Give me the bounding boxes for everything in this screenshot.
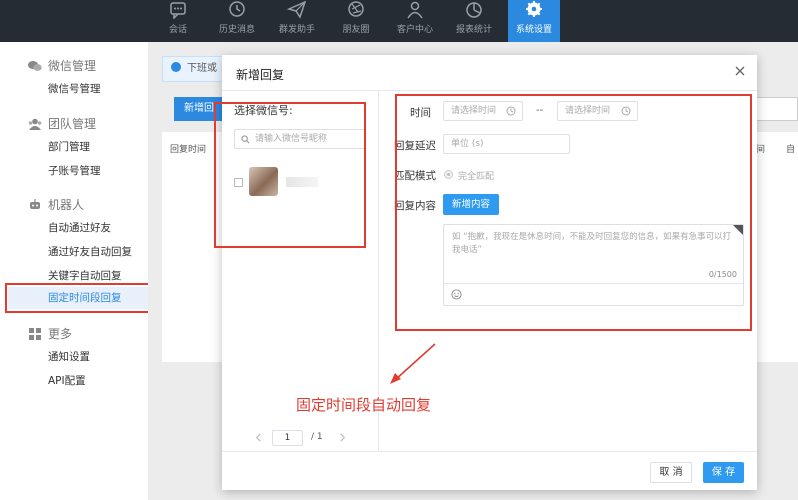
nav-settings[interactable]: 系统设置 [508,0,560,42]
top-navigation: 会话 历史消息 群发助手 朋友圈 客户中心 报表统计 系统设置 [0,0,798,42]
sidebar-item-sub-accounts[interactable]: 子账号管理 [48,163,101,178]
annotation-text: 固定时间段自动回复 [296,396,432,414]
sidebar-section-label: 机器人 [48,198,85,212]
team-icon [28,118,42,130]
aperture-icon [348,1,364,17]
sidebar-item-accept-reply[interactable]: 通过好友自动回复 [48,244,132,259]
table-header-reply-time: 回复时间 [170,145,207,155]
sidebar-section-robot[interactable]: 机器人 [28,196,84,213]
sidebar-item-auto-accept[interactable]: 自动通过好友 [48,220,111,235]
user-icon [407,1,423,19]
dialog-title: 新增回复 [236,68,285,82]
page-number-input[interactable]: 1 [272,430,303,446]
sidebar-section-label: 更多 [48,327,73,341]
sidebar-item-api[interactable]: API配置 [48,373,86,388]
sidebar-item-notify[interactable]: 通知设置 [48,349,90,364]
notice-text: 下班或 [187,63,217,74]
gear-icon [526,1,542,17]
chat-icon [170,2,186,19]
nav-label: 会话 [168,25,187,35]
pie-chart-icon [466,2,482,18]
nav-label: 系统设置 [515,25,552,35]
dialog-footer-divider [222,451,757,452]
sidebar-section-label: 团队管理 [48,117,97,131]
save-button[interactable]: 保 存 [703,462,744,483]
close-icon[interactable] [733,64,747,78]
nav-history[interactable]: 历史消息 [208,0,266,42]
sidebar-section-label: 微信管理 [48,59,97,73]
chevron-left-icon[interactable] [254,433,263,442]
nav-label: 历史消息 [218,25,255,35]
page-total: / 1 [311,432,323,442]
highlight-box-sidebar [5,283,150,313]
send-icon [287,1,307,19]
chevron-right-icon[interactable] [338,433,347,442]
annotation-arrow-icon [390,343,436,384]
highlight-box-account [214,102,366,248]
nav-broadcast[interactable]: 群发助手 [268,0,326,42]
nav-customers[interactable]: 客户中心 [386,0,444,42]
table-header-right-1: 间 [756,145,766,155]
nav-chat[interactable]: 会话 [149,0,207,42]
bg-input-right [754,97,798,121]
reply-table-right: 间 自 [754,132,798,362]
sidebar-section-wechat[interactable]: 微信管理 [28,57,96,74]
sidebar-section-more[interactable]: 更多 [28,325,72,342]
info-icon [171,62,181,72]
sidebar-item-keyword-reply[interactable]: 关键字自动回复 [48,268,122,283]
dialog-header: 新增回复 [222,55,757,91]
nav-label: 朋友圈 [342,25,370,35]
sidebar-section-team[interactable]: 团队管理 [28,115,96,132]
nav-label: 客户中心 [396,25,433,35]
nav-moments[interactable]: 朋友圈 [327,0,385,42]
sidebar-item-department[interactable]: 部门管理 [48,139,90,154]
cancel-button[interactable]: 取 消 [650,462,692,483]
table-header-right-2: 自 [786,145,796,155]
sidebar: 微信管理 微信号管理 团队管理 部门管理 子账号管理 机器人 自动通过好友 通过… [0,42,148,500]
wechat-icon [28,61,42,71]
sidebar-item-wechat-accounts[interactable]: 微信号管理 [48,81,101,96]
highlight-box-form [395,94,752,331]
nav-label: 报表统计 [455,25,492,35]
nav-label: 群发助手 [278,25,315,35]
clock-icon [229,1,245,17]
robot-icon [30,199,40,209]
nav-reports[interactable]: 报表统计 [445,0,503,42]
grid-icon [29,328,41,340]
